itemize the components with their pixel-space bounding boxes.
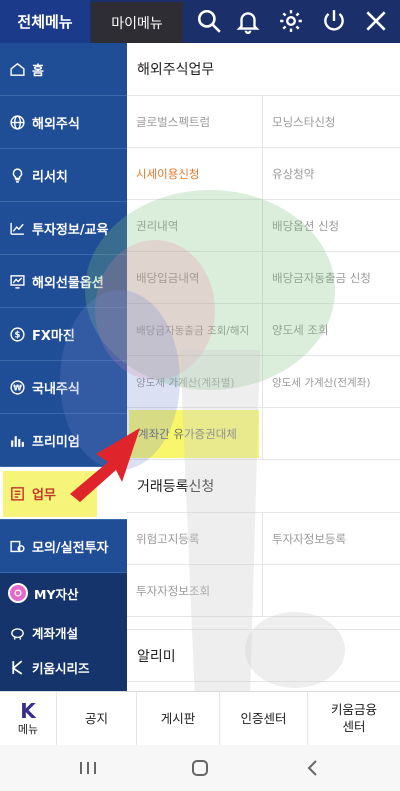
sidebar-item-fx-margin[interactable]: $ FX마진	[0, 308, 127, 361]
section-title-trade-registration: 거래등록신청	[127, 460, 400, 513]
menu-row: 글로벌스펙트럼 모닝스타신청	[127, 96, 400, 148]
tab-cert-center[interactable]: 인증센터	[219, 692, 307, 746]
menu-row: 양도세 가계산(계좌별) 양도세 가계산(전계좌)	[127, 356, 400, 408]
menu-item[interactable]: 배당금자동출금 신청	[263, 252, 400, 304]
bottom-tab-bar: K 메뉴 공지 게시판 인증센터 키움금융 센터	[0, 691, 400, 746]
menu-item[interactable]: 위험고지등록	[127, 513, 263, 565]
sidebar-item-invest-info[interactable]: 투자정보/교육	[0, 202, 127, 255]
menu-item[interactable]: 배당옵션 신청	[263, 200, 400, 252]
sidebar: 홈 해외주식 리서치 투자정보/교육 해외선물옵션 $ FX마진 ₩ 국내주식 …	[0, 43, 127, 691]
monitor-chart-icon	[8, 272, 26, 290]
sidebar-item-label: 투자정보/교육	[32, 222, 109, 238]
dollar-icon: $	[8, 325, 26, 343]
menu-row: 시세이용신청 유상청약	[127, 148, 400, 200]
tab-menu[interactable]: K 메뉴	[0, 692, 56, 746]
menu-row: 권리내역 배당옵션 신청	[127, 200, 400, 252]
sidebar-item-mock-trading[interactable]: 모의/실전투자	[0, 520, 127, 573]
sidebar-item-label: 리서치	[32, 169, 68, 185]
piggy-icon	[8, 623, 26, 641]
close-icon[interactable]	[359, 4, 393, 38]
sidebar-item-label: 해외선물옵션	[32, 275, 104, 291]
sidebar-item-business[interactable]: 업무	[0, 467, 127, 520]
svg-text:₩: ₩	[13, 383, 22, 392]
menu-item[interactable]: 양도세 가계산(전계좌)	[263, 356, 400, 408]
recent-apps-icon[interactable]	[73, 753, 103, 783]
power-icon[interactable]	[317, 4, 351, 38]
sidebar-item-overseas-futures[interactable]: 해외선물옵션	[0, 255, 127, 308]
menu-item[interactable]: 투자자정보등록	[263, 513, 400, 565]
menu-item[interactable]: 양도세 가계산(계좌별)	[127, 356, 263, 408]
sidebar-item-domestic-stock[interactable]: ₩ 국내주식	[0, 361, 127, 414]
tab-board[interactable]: 게시판	[136, 692, 219, 746]
bars-icon	[8, 431, 26, 449]
sidebar-item-label: 홈	[32, 63, 44, 79]
system-nav-bar	[0, 745, 400, 791]
menu-row: 위험고지등록 투자자정보등록	[127, 513, 400, 565]
kiwoom-k-icon	[8, 658, 26, 676]
sidebar-item-kiwoom-series[interactable]: 키움시리즈	[0, 650, 127, 684]
sidebar-item-label: 프리미엄	[32, 434, 80, 450]
sidebar-item-premium[interactable]: 프리미엄	[0, 414, 127, 467]
sidebar-item-my-assets[interactable]: MY자산	[0, 575, 127, 611]
bell-icon[interactable]	[231, 4, 265, 38]
top-bar: 전체메뉴 마이메뉴	[0, 0, 400, 43]
won-icon: ₩	[8, 378, 26, 396]
menu-row: 배당금자동출금 조회/해지 양도세 조회	[127, 304, 400, 356]
menu-item[interactable]: 유상청약	[263, 148, 400, 200]
coins-icon	[8, 537, 26, 555]
svg-text:$: $	[14, 330, 20, 340]
sidebar-item-label: 키움시리즈	[32, 660, 90, 676]
menu-content: 해외주식업무 글로벌스펙트럼 모닝스타신청 시세이용신청 유상청약 권리내역 배…	[127, 43, 400, 691]
tab-all-menu[interactable]: 전체메뉴	[0, 0, 90, 43]
globe-icon	[8, 113, 26, 131]
menu-item[interactable]: 모닝스타신청	[263, 96, 400, 148]
sidebar-item-label: 해외주식	[32, 116, 80, 132]
sidebar-item-label: 계좌개설	[32, 625, 79, 641]
sidebar-item-label: 업무	[32, 487, 56, 503]
sidebar-item-label: MY자산	[34, 586, 79, 602]
menu-item[interactable]: 권리내역	[127, 200, 263, 252]
lightbulb-icon	[8, 166, 26, 184]
sidebar-item-label: 모의/실전투자	[32, 540, 109, 556]
menu-row: 투자자정보조회	[127, 565, 400, 617]
menu-item[interactable]: 배당금자동출금 조회/해지	[127, 304, 263, 356]
home-icon	[8, 60, 26, 78]
tab-my-menu[interactable]: 마이메뉴	[91, 2, 183, 43]
chart-icon	[8, 219, 26, 237]
back-icon[interactable]	[297, 753, 327, 783]
menu-item[interactable]: 투자자정보조회	[127, 565, 263, 617]
menu-row: 배당입금내역 배당금자동출금 신청	[127, 252, 400, 304]
gear-icon[interactable]	[274, 4, 308, 38]
home-button-icon[interactable]	[185, 753, 215, 783]
tab-notice[interactable]: 공지	[56, 692, 136, 746]
tab-menu-label: 메뉴	[17, 722, 39, 736]
menu-item[interactable]: 시세이용신청	[127, 148, 263, 200]
sidebar-item-label: 국내주식	[32, 381, 80, 397]
menu-item[interactable]: 양도세 조회	[263, 304, 400, 356]
search-icon[interactable]	[192, 4, 226, 38]
sidebar-item-label: FX마진	[32, 328, 75, 344]
sidebar-item-overseas-stock[interactable]: 해외주식	[0, 96, 127, 149]
tab-kiwoom-finance[interactable]: 키움금융 센터	[307, 692, 400, 746]
menu-item-securities-transfer[interactable]: 계좌간 유가증권대체	[129, 410, 259, 458]
sidebar-item-research[interactable]: 리서치	[0, 149, 127, 202]
my-assets-icon	[8, 583, 28, 603]
menu-row: 계좌간 유가증권대체	[127, 408, 400, 460]
menu-item[interactable]: 글로벌스펙트럼	[127, 96, 263, 148]
menu-item[interactable]: 배당입금내역	[127, 252, 263, 304]
sidebar-item-open-account[interactable]: 계좌개설	[0, 615, 127, 649]
sidebar-item-home[interactable]: 홈	[0, 43, 127, 96]
kiwoom-logo-icon: K	[20, 698, 36, 723]
section-title-overseas-business: 해외주식업무	[127, 43, 400, 96]
menu-item[interactable]	[263, 565, 400, 617]
clipboard-icon	[8, 484, 26, 502]
section-title-notifier: 알리미	[127, 629, 400, 682]
